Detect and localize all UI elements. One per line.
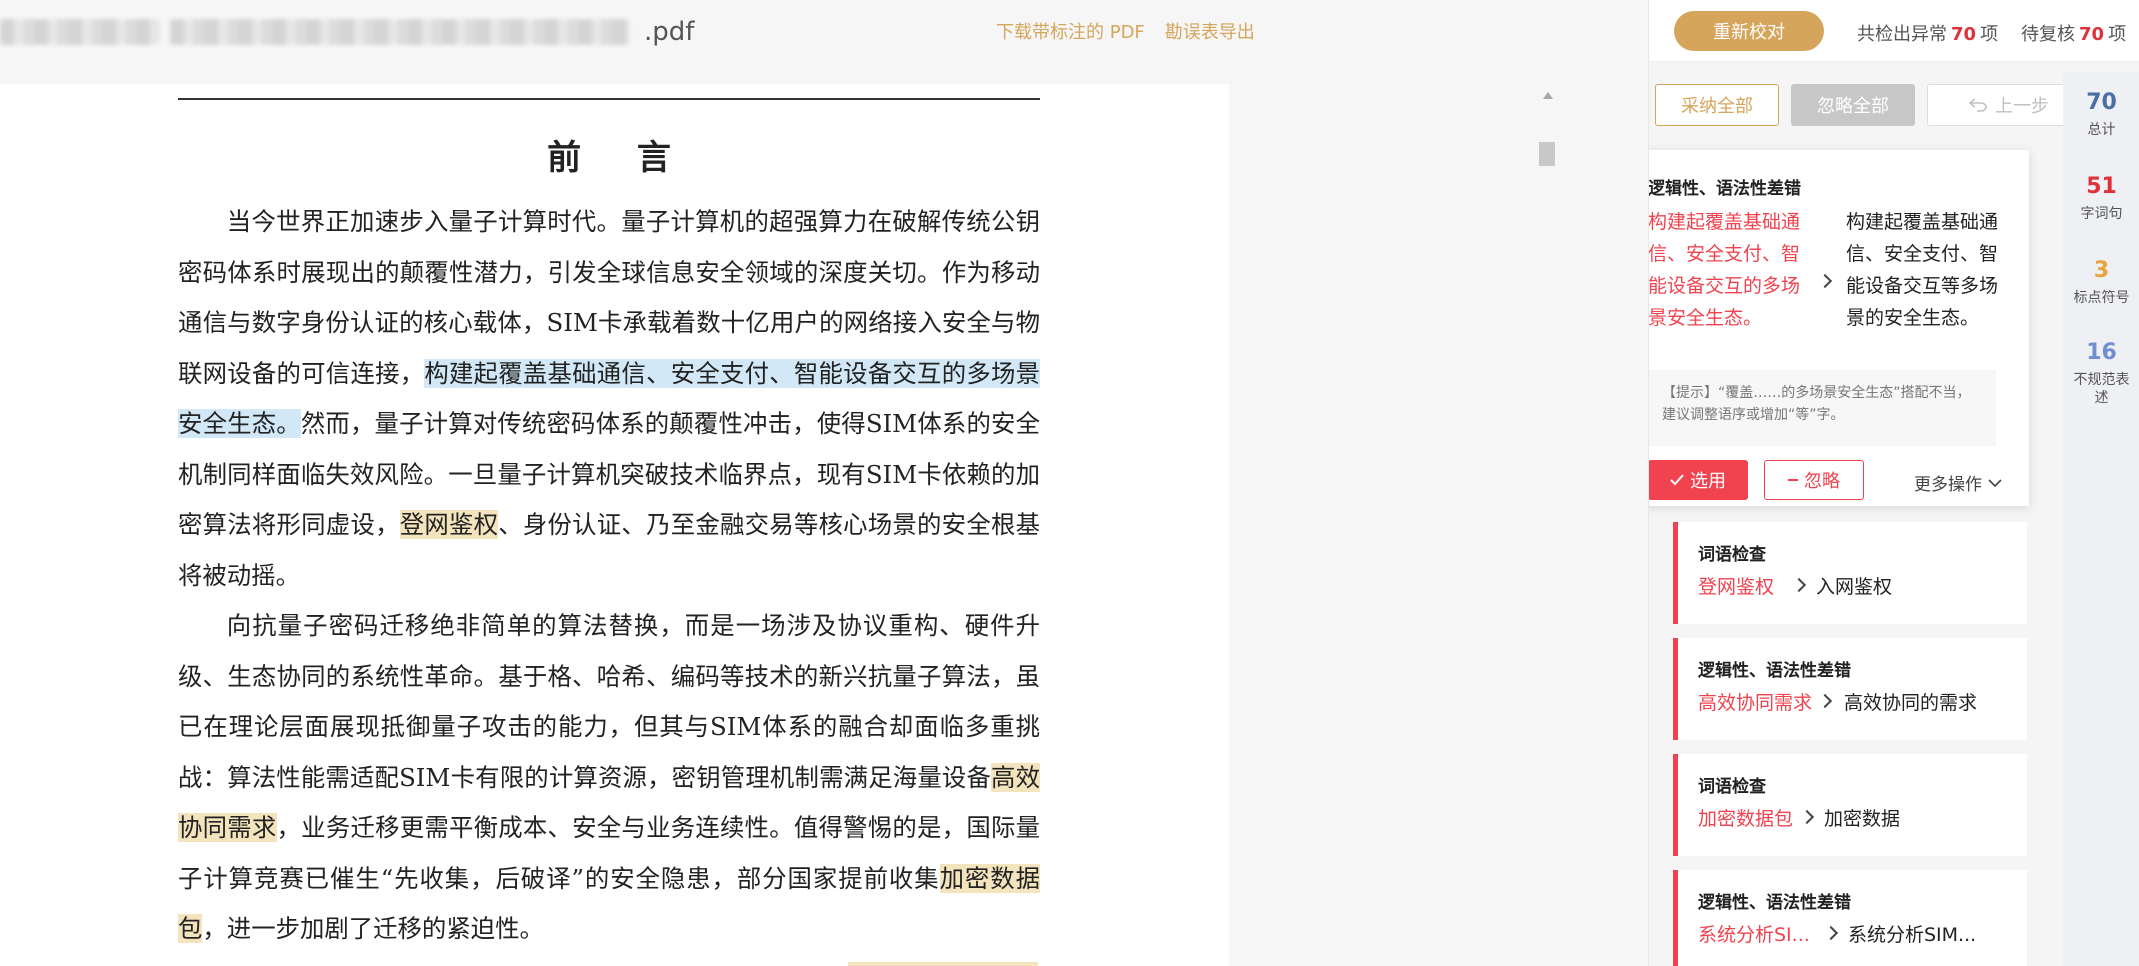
issue-suggestion-text: 加密数据 xyxy=(1824,808,1901,830)
category-count: 51 xyxy=(2086,174,2117,199)
stat-found-unit: 项 xyxy=(1980,24,1999,45)
chevron-right-icon xyxy=(1817,273,1833,289)
issue-type: 逻辑性、语法性差错 xyxy=(1698,661,1851,681)
stat-found: 共检出异常 70 项 xyxy=(1857,20,1998,46)
header-links: 下载带标注的 PDF 勘误表导出 xyxy=(996,18,1255,44)
redacted-filename-part xyxy=(170,19,630,45)
chevron-down-icon xyxy=(1988,478,2002,487)
issue-suggestion-text: 入网鉴权 xyxy=(1816,576,1893,598)
ignore-issue-label: 忽略 xyxy=(1804,471,1840,492)
issue-suggestion-text: 高效协同的需求 xyxy=(1844,692,1978,714)
category-nonstandard[interactable]: 16 不规范表述 xyxy=(2063,340,2139,407)
proofreading-panel: 重新校对 共检出异常 70 项 待复核 70 项 采纳全部 忽略全部 上一步 逻辑性、语… xyxy=(1648,0,2139,966)
scroll-up-arrow-icon[interactable] xyxy=(1543,92,1553,99)
issue-card[interactable]: 逻辑性、语法性差错 系统分析SI... 系统分析SIM... xyxy=(1673,870,2027,966)
stat-found-count: 70 xyxy=(1951,24,1977,45)
category-words[interactable]: 51 字词句 xyxy=(2063,174,2139,223)
issue-original-text: 高效协同需求 xyxy=(1698,692,1813,714)
text-run: ，进一步加剧了迁移的紧迫性。 xyxy=(202,914,544,943)
category-label: 标点符号 xyxy=(2073,290,2130,306)
issue-type: 逻辑性、语法性差错 xyxy=(1698,893,1851,913)
category-rail: 70 总计 51 字词句 3 标点符号 16 不规范表述 xyxy=(2063,72,2139,966)
stat-pending-unit: 项 xyxy=(2108,24,2127,45)
highlight-issue[interactable]: 登网鉴权 xyxy=(399,510,499,539)
scrollbar-thumb[interactable] xyxy=(1539,142,1555,166)
category-total[interactable]: 70 总计 xyxy=(2063,90,2139,139)
chevron-right-icon xyxy=(1823,925,1839,941)
issue-card[interactable]: 逻辑性、语法性差错 高效协同需求 高效协同的需求 xyxy=(1673,638,2027,740)
stat-pending: 待复核 70 项 xyxy=(2021,20,2126,46)
document-viewer[interactable]: 前 言 当今世界正加速步入量子计算时代。量子计算机的超强算力在破解传统公钥密码体… xyxy=(0,84,1229,966)
ignore-all-button[interactable]: 忽略全部 xyxy=(1791,84,1915,126)
stat-found-label: 共检出异常 xyxy=(1857,24,1947,45)
use-suggestion-button[interactable]: 选用 xyxy=(1649,460,1748,500)
export-errata-link[interactable]: 勘误表导出 xyxy=(1165,18,1255,44)
panel-header: 重新校对 共检出异常 70 项 待复核 70 项 xyxy=(1649,0,2139,62)
document-page: 前 言 当今世界正加速步入量子计算时代。量子计算机的超强算力在破解传统公钥密码体… xyxy=(178,84,1040,955)
issue-suggestion-text: 构建起覆盖基础通信、安全支付、智能设备交互等多场景的安全生态。 xyxy=(1846,211,1999,329)
issue-suggestion-text: 系统分析SIM... xyxy=(1848,924,1977,946)
stat-pending-count: 70 xyxy=(2079,24,2105,45)
paragraph-2: 向抗量子密码迁移绝非简单的算法替换，而是一场涉及协议重构、硬件升级、生态协同的系… xyxy=(178,601,1040,955)
download-annotated-pdf-link[interactable]: 下载带标注的 PDF xyxy=(996,18,1145,44)
undo-label: 上一步 xyxy=(1995,96,2049,117)
chevron-right-icon xyxy=(1799,809,1815,825)
chevron-right-icon xyxy=(1791,577,1807,593)
paragraph-1: 当今世界正加速步入量子计算时代。量子计算机的超强算力在破解传统公钥密码体系时展现… xyxy=(178,197,1040,601)
stat-pending-label: 待复核 xyxy=(2021,24,2075,45)
issue-list[interactable]: 逻辑性、语法性差错 构建起覆盖基础通信、安全支付、智能设备交互的多场景安全生态。… xyxy=(1649,140,2061,966)
adopt-all-button[interactable]: 采纳全部 xyxy=(1655,84,1779,126)
text-run: 向抗量子密码迁移绝非简单的算法替换，而是一场涉及协议重构、硬件升级、生态协同的系… xyxy=(178,611,1040,792)
page-heading: 前 言 xyxy=(547,138,693,178)
category-punctuation[interactable]: 3 标点符号 xyxy=(2063,258,2139,307)
issue-type: 词语检查 xyxy=(1698,545,1766,565)
bulk-actions: 采纳全部 忽略全部 上一步 xyxy=(1655,84,2091,126)
chevron-right-icon xyxy=(1817,693,1833,709)
category-count: 16 xyxy=(2086,340,2117,365)
category-label: 总计 xyxy=(2087,122,2116,138)
issue-original-text: 构建起覆盖基础通信、安全支付、智能设备交互的多场景安全生态。 xyxy=(1649,211,1801,329)
ignore-issue-button[interactable]: 忽略 xyxy=(1764,460,1864,500)
redacted-filename-part xyxy=(0,19,160,45)
issue-card[interactable]: 词语检查 加密数据包 加密数据 xyxy=(1673,754,2027,856)
issue-card[interactable]: 词语检查 登网鉴权 入网鉴权 xyxy=(1673,522,2027,624)
minus-icon xyxy=(1788,479,1798,481)
issue-type: 逻辑性、语法性差错 xyxy=(1649,179,1801,199)
category-count: 70 xyxy=(2086,90,2117,115)
header-rule xyxy=(178,98,1040,100)
issue-original-text: 登网鉴权 xyxy=(1698,576,1775,598)
issue-card-active[interactable]: 逻辑性、语法性差错 构建起覆盖基础通信、安全支付、智能设备交互的多场景安全生态。… xyxy=(1649,150,2029,506)
issue-tip: 【提示】“覆盖……的多场景安全生态”搭配不当，建议调整语序或增加“等”字。 xyxy=(1649,370,1996,446)
category-label: 字词句 xyxy=(2080,206,2123,222)
issue-original-text: 加密数据包 xyxy=(1698,808,1794,830)
file-name: .pdf xyxy=(0,14,694,50)
text-run: ，业务迁移更需平衡成本、安全与业务连续性。值得警惕的是，国际量子计算竞赛已催生“… xyxy=(178,813,1040,893)
recheck-button[interactable]: 重新校对 xyxy=(1674,11,1824,51)
issue-original-text: 系统分析SI... xyxy=(1698,924,1810,946)
check-icon xyxy=(1670,474,1684,486)
category-label: 不规范表述 xyxy=(2073,372,2130,406)
proofreading-app: .pdf 下载带标注的 PDF 勘误表导出 前 言 当今世界正加速步入量子计算时… xyxy=(0,0,2139,966)
more-actions-dropdown[interactable]: 更多操作 xyxy=(1914,470,2002,495)
document-header: .pdf 下载带标注的 PDF 勘误表导出 xyxy=(0,0,1648,62)
undo-icon xyxy=(1969,98,1987,112)
issue-type: 词语检查 xyxy=(1698,777,1766,797)
category-count: 3 xyxy=(2093,258,2110,283)
document-scrollbar[interactable] xyxy=(1536,84,1558,966)
more-actions-label: 更多操作 xyxy=(1914,475,1982,495)
use-suggestion-label: 选用 xyxy=(1690,471,1726,492)
file-extension: .pdf xyxy=(644,17,695,47)
highlight-issue-partial[interactable] xyxy=(848,962,1038,966)
